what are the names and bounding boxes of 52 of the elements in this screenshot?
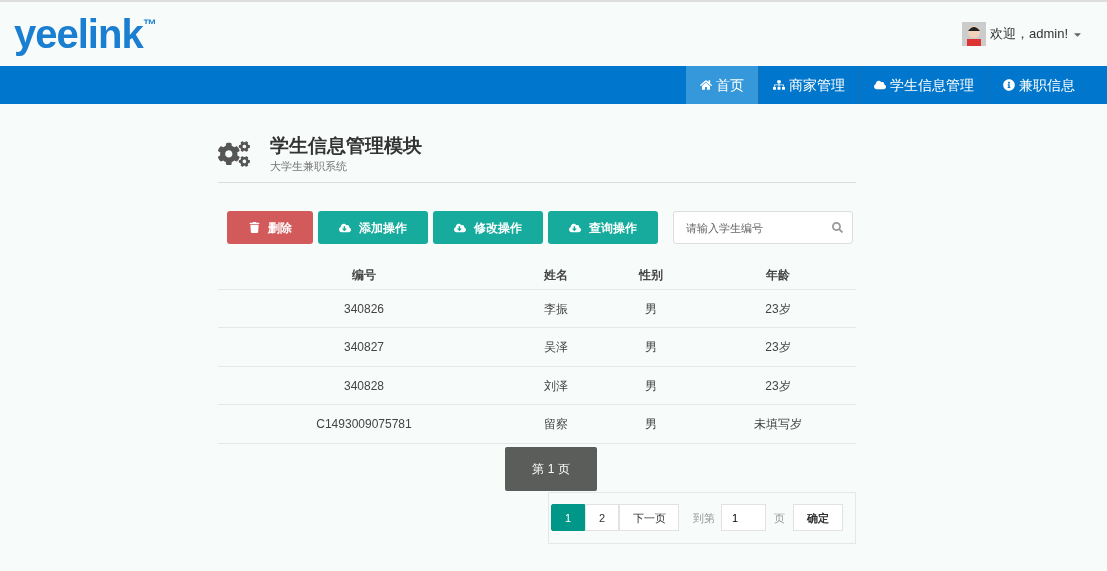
home-icon <box>700 79 712 91</box>
nav-tab[interactable]: 学生信息管理 <box>859 66 988 104</box>
confirm-button[interactable]: 确定 <box>793 504 843 532</box>
avatar-icon <box>961 22 986 46</box>
action-button[interactable]: 查询操作 <box>548 211 658 245</box>
table-cell: 23岁 <box>700 289 856 328</box>
column-header: 年龄 <box>700 260 856 290</box>
cloud-download-icon <box>454 221 466 234</box>
page-title: 学生信息管理模块 <box>270 134 422 158</box>
table-cell: 340827 <box>218 327 510 367</box>
delete-button[interactable]: 删除 <box>227 211 313 245</box>
nav-tab[interactable]: 商家管理 <box>758 66 859 104</box>
sitemap-icon <box>773 79 785 91</box>
table-cell: 李振 <box>510 289 602 328</box>
table-cell: 男 <box>602 366 700 405</box>
page-button[interactable]: 2 <box>585 504 619 532</box>
nav-tab[interactable]: 首页 <box>686 66 758 104</box>
brand-logo[interactable]: yeelink <box>14 14 143 54</box>
table-cell: 男 <box>602 404 700 444</box>
table-cell: 留察 <box>510 404 602 444</box>
goto-label: 到第 <box>693 510 715 526</box>
tooltip: 第 1 页 <box>505 446 597 491</box>
table-cell: 未填写岁 <box>700 404 856 444</box>
search-icon[interactable] <box>832 222 843 234</box>
table-cell: 23岁 <box>700 327 856 367</box>
table-cell: 340828 <box>218 366 510 405</box>
action-button[interactable]: 修改操作 <box>433 211 543 245</box>
table-cell: 23岁 <box>700 366 856 405</box>
column-header: 编号 <box>218 260 510 290</box>
search-field[interactable]: 请输入学生编号 <box>673 211 853 245</box>
table-cell: 340826 <box>218 289 510 328</box>
column-header: 姓名 <box>510 260 602 290</box>
column-header: 性别 <box>602 260 700 290</box>
table-cell: C1493009075781 <box>218 404 510 444</box>
cloud-download-icon <box>339 221 351 234</box>
table-cell: 吴泽 <box>510 327 602 367</box>
info-icon <box>1003 79 1015 91</box>
action-button[interactable]: 添加操作 <box>318 211 428 245</box>
trash-icon <box>248 222 260 234</box>
table-cell: 男 <box>602 289 700 328</box>
page-button[interactable]: 1 <box>551 504 585 532</box>
table-cell: 刘泽 <box>510 366 602 405</box>
trademark-sign: ™ <box>142 15 157 32</box>
table-cell: 男 <box>602 327 700 367</box>
page-input[interactable]: 1 <box>721 504 766 532</box>
welcome-text[interactable]: 欢迎，admin! <box>989 24 1068 44</box>
cloud-icon <box>874 79 886 91</box>
next-page-button[interactable]: 下一页 <box>619 504 679 532</box>
cloud-download-icon <box>569 221 581 234</box>
page-suffix: 页 <box>774 510 785 526</box>
nav-tab[interactable]: 兼职信息 <box>988 66 1089 104</box>
page-subtitle: 大学生兼职系统 <box>270 158 348 174</box>
